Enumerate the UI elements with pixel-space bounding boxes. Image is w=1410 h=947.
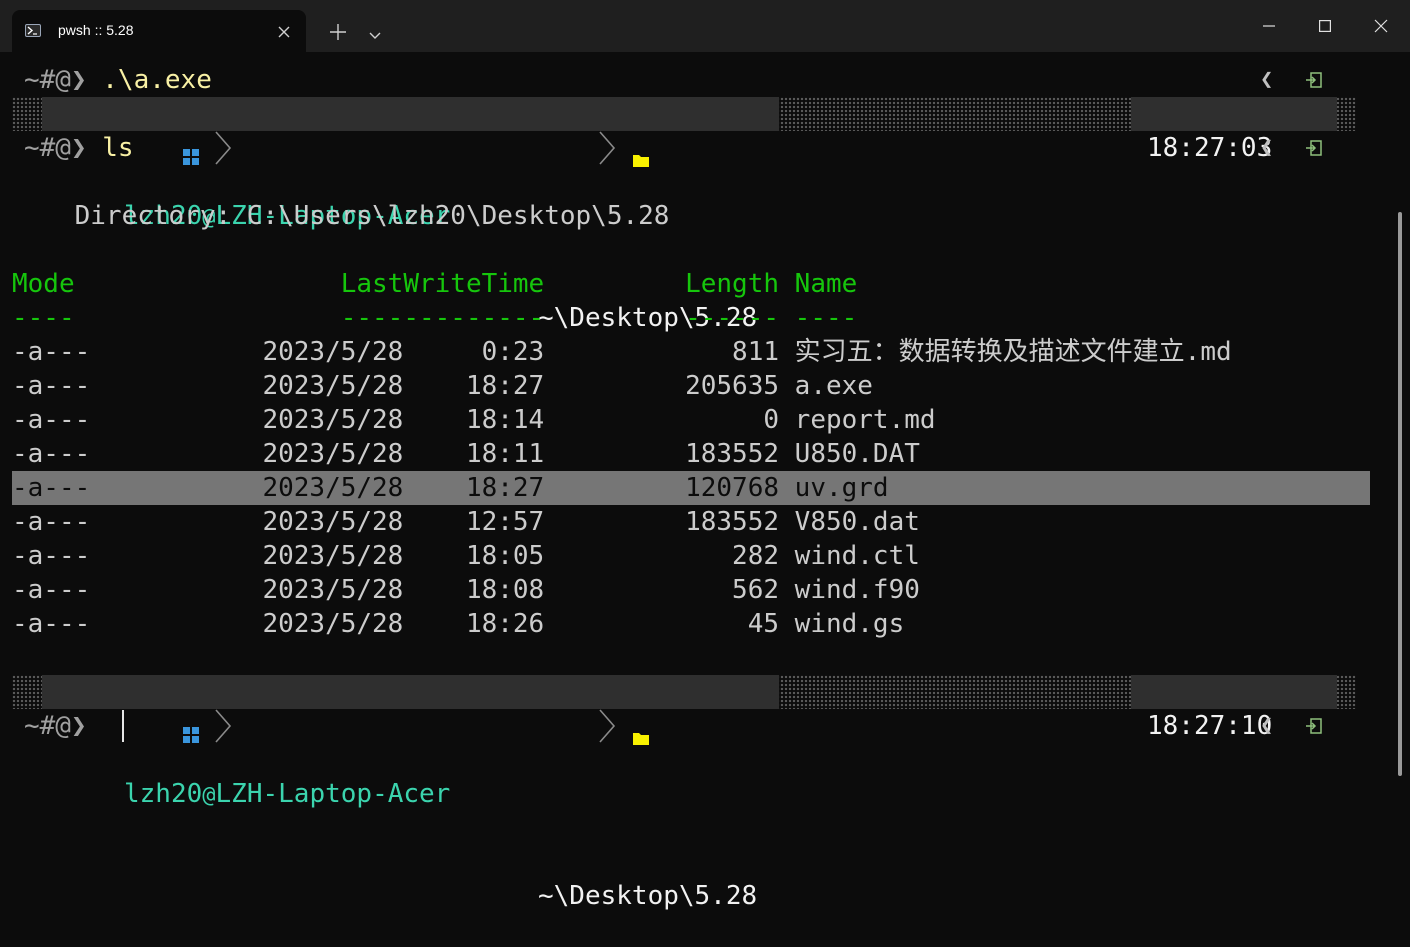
- clock-icon: [1291, 684, 1307, 700]
- separator-chevron-icon: [472, 97, 616, 165]
- folder-icon: [508, 108, 650, 167]
- folder-icon: [508, 686, 650, 745]
- powershell-icon: [25, 24, 41, 37]
- prompt-line-1: ~#@❯ .\a.exe: [24, 63, 212, 97]
- tab-title: pwsh :: 5.28: [58, 22, 134, 38]
- status-segment-right: 18:27:03: [1131, 97, 1337, 163]
- separator-chevron-icon: [472, 675, 616, 743]
- close-tab-icon[interactable]: [277, 24, 291, 38]
- separator-chevron-icon: [88, 97, 232, 165]
- close-window-button[interactable]: [1353, 0, 1409, 52]
- list-item: -a--- 2023/5/28 18:08 562 wind.f90: [12, 575, 920, 605]
- directory-line: Directory: C:\Users\lzh20\Desktop\5.28: [12, 201, 670, 231]
- chevron-left-icon: ❮: [1260, 67, 1274, 92]
- status-segment-right: 18:27:10: [1131, 675, 1337, 741]
- command-text: .\a.exe: [102, 65, 212, 95]
- clock-icon: [1291, 106, 1307, 122]
- listing-header-underline: ---- ------------- ------ ----: [12, 303, 858, 333]
- status-segment-left: lzh20@LZH-Laptop-Acer ~\Desktop\5.28: [42, 97, 779, 333]
- list-item-selected[interactable]: -a--- 2023/5/28 18:27 120768 uv.grd: [12, 471, 889, 505]
- terminal-area[interactable]: ~#@❯ .\a.exe ❮ lzh20@LZH-Laptop-Acer ~\D…: [0, 52, 1410, 911]
- prompt-symbol: ~#@❯: [24, 133, 103, 163]
- list-item: -a--- 2023/5/28 18:05 282 wind.ctl: [12, 541, 920, 571]
- list-item: -a--- 2023/5/28 0:23 811 实习五：数据转换及描述文件建立…: [12, 337, 1232, 367]
- exit-icon: [1305, 71, 1323, 89]
- tab-pwsh[interactable]: pwsh :: 5.28: [12, 10, 306, 52]
- list-item: -a--- 2023/5/28 18:27 205635 a.exe: [12, 371, 873, 401]
- exit-icon: [1305, 139, 1323, 157]
- command-text: ls: [102, 133, 134, 163]
- text-cursor: [122, 710, 124, 742]
- status-bar: lzh20@LZH-Laptop-Acer ~\Desktop\5.28 18:…: [12, 675, 1356, 911]
- prompt-line-3[interactable]: ~#@❯: [24, 709, 102, 743]
- status-time: 18:27:10: [1147, 711, 1273, 741]
- scrollbar[interactable]: [1398, 212, 1402, 776]
- prompt-line-2: ~#@❯ ls: [24, 131, 134, 165]
- list-item: -a--- 2023/5/28 18:14 0 report.md: [12, 405, 936, 435]
- status-bar: lzh20@LZH-Laptop-Acer ~\Desktop\5.28 18:…: [12, 97, 1356, 333]
- new-tab-icon[interactable]: [328, 22, 348, 42]
- list-item: -a--- 2023/5/28 18:26 45 wind.gs: [12, 609, 905, 639]
- title-bar: pwsh :: 5.28: [0, 0, 1410, 52]
- prompt-symbol: ~#@❯: [24, 65, 103, 95]
- minimize-button[interactable]: [1241, 0, 1297, 52]
- chevron-left-icon: ❮: [1260, 135, 1274, 160]
- status-user: lzh20@LZH-Laptop-Acer: [124, 779, 451, 809]
- chevron-left-icon: ❮: [1260, 713, 1274, 738]
- prompt-symbol: ~#@❯: [24, 711, 103, 741]
- list-item: -a--- 2023/5/28 12:57 183552 V850.dat: [12, 507, 920, 537]
- exit-icon: [1305, 717, 1323, 735]
- listing-header: Mode LastWriteTime Length Name: [12, 269, 858, 299]
- chevron-down-icon[interactable]: [368, 26, 382, 39]
- status-segment-left: lzh20@LZH-Laptop-Acer ~\Desktop\5.28: [42, 675, 779, 911]
- separator-chevron-icon: [88, 675, 232, 743]
- status-path: ~\Desktop\5.28: [538, 881, 758, 911]
- status-time: 18:27:03: [1147, 133, 1273, 163]
- maximize-button[interactable]: [1297, 0, 1353, 52]
- list-item: -a--- 2023/5/28 18:11 183552 U850.DAT: [12, 439, 920, 469]
